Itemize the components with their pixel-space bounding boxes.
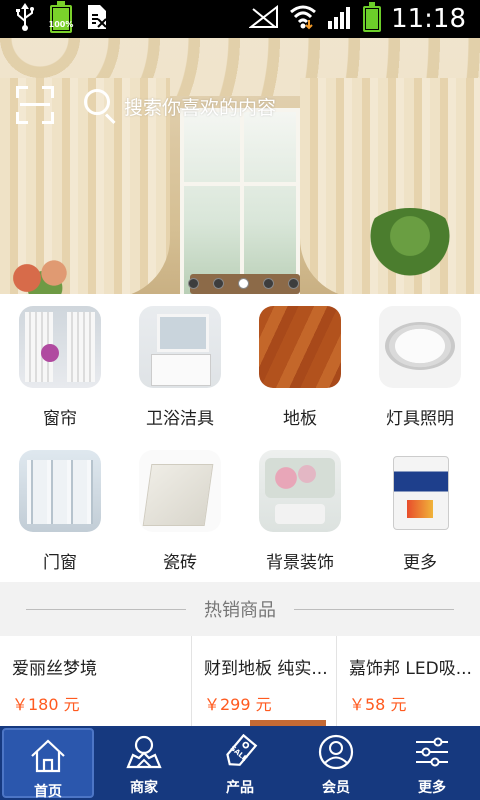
tab-merchant[interactable]: 商家 — [96, 726, 192, 800]
tab-products[interactable]: SALE 产品 — [192, 726, 288, 800]
floor-thumb — [259, 306, 341, 388]
banner-dot[interactable] — [213, 278, 224, 289]
sliders-icon — [413, 726, 451, 774]
bottom-tab-bar: 首页 商家 SALE 产品 会员 更多 — [0, 726, 480, 800]
product-card[interactable]: 财到地板 纯实... ￥299 元 — [192, 636, 337, 726]
signal-strength-icon — [327, 5, 353, 33]
category-label: 瓷砖 — [163, 553, 197, 573]
member-icon — [317, 726, 355, 774]
category-more[interactable]: 更多 — [360, 438, 480, 582]
wifi-icon — [289, 4, 317, 34]
tile-thumb — [139, 450, 221, 532]
promo-banner[interactable]: 搜索你喜欢的内容 — [0, 38, 480, 294]
category-label: 背景装饰 — [266, 553, 334, 573]
category-label: 门窗 — [43, 553, 77, 573]
sale-tag-icon: SALE — [221, 726, 259, 774]
banner-window — [180, 108, 300, 294]
banner-flowers — [0, 253, 90, 294]
product-price: ￥180 元 — [12, 695, 80, 714]
product-name: 爱丽丝梦境 — [12, 659, 97, 679]
banner-pagination — [188, 278, 299, 289]
divider — [26, 608, 186, 610]
category-label: 窗帘 — [43, 409, 77, 429]
lamp-thumb — [379, 306, 461, 388]
banner-dot[interactable] — [288, 278, 299, 289]
scan-qr-icon[interactable] — [16, 86, 54, 124]
wallpaper-thumb — [259, 450, 341, 532]
tab-label: 首页 — [34, 784, 62, 800]
banner-dot-active[interactable] — [238, 278, 249, 289]
bathroom-thumb — [139, 306, 221, 388]
search-icon — [84, 89, 118, 125]
category-floor[interactable]: 地板 — [240, 294, 360, 438]
battery-full-icon: 100% — [48, 1, 74, 33]
banner-plant — [360, 208, 460, 278]
category-door-window[interactable]: 门窗 — [0, 438, 120, 582]
tab-label: 更多 — [418, 780, 446, 796]
category-grid: 窗帘 卫浴洁具 地板 灯具照明 门窗 瓷砖 背景装饰 更多 — [0, 294, 480, 582]
product-name: 财到地板 纯实... — [204, 659, 328, 679]
no-signal-icon — [248, 4, 279, 33]
category-tile[interactable]: 瓷砖 — [120, 438, 240, 582]
section-title: 热销商品 — [204, 600, 276, 621]
banner-dot[interactable] — [263, 278, 274, 289]
product-card[interactable]: 爱丽丝梦境 ￥180 元 — [0, 636, 192, 726]
product-price: ￥58 元 — [349, 695, 407, 714]
tab-home[interactable]: 首页 — [2, 728, 94, 800]
banner-dot[interactable] — [188, 278, 199, 289]
product-price: ￥299 元 — [204, 695, 272, 714]
paint-bucket-thumb — [379, 450, 461, 532]
product-card[interactable]: 嘉饰邦 LED吸... ￥58 元 — [337, 636, 480, 726]
category-curtain[interactable]: 窗帘 — [0, 294, 120, 438]
category-lighting[interactable]: 灯具照明 — [360, 294, 480, 438]
category-bathroom[interactable]: 卫浴洁具 — [120, 294, 240, 438]
battery-percent: 100% — [48, 20, 74, 29]
status-bar: 100% 11:18 — [0, 0, 480, 38]
category-wallpaper[interactable]: 背景装饰 — [240, 438, 360, 582]
door-window-thumb — [19, 450, 101, 532]
hot-products-header: 热销商品 — [0, 582, 480, 636]
curtain-thumb — [19, 306, 101, 388]
clock: 11:18 — [391, 4, 466, 34]
battery-icon — [363, 2, 382, 32]
divider — [294, 608, 454, 610]
merchant-icon — [125, 726, 163, 774]
tab-member[interactable]: 会员 — [288, 726, 384, 800]
tab-label: 会员 — [322, 780, 350, 796]
category-label: 卫浴洁具 — [146, 409, 214, 429]
search-placeholder: 搜索你喜欢的内容 — [124, 96, 277, 119]
tab-label: 产品 — [226, 780, 254, 796]
category-label: 地板 — [283, 409, 317, 429]
category-label: 灯具照明 — [386, 409, 454, 429]
home-icon — [29, 730, 67, 778]
product-name: 嘉饰邦 LED吸... — [349, 659, 472, 679]
search-input[interactable]: 搜索你喜欢的内容 — [76, 82, 338, 130]
category-label: 更多 — [403, 553, 437, 573]
product-list: 爱丽丝梦境 ￥180 元 财到地板 纯实... ￥299 元 嘉饰邦 LED吸.… — [0, 636, 480, 726]
document-icon — [86, 3, 108, 35]
tab-more[interactable]: 更多 — [384, 726, 480, 800]
tab-label: 商家 — [130, 780, 158, 796]
usb-icon — [14, 3, 36, 35]
